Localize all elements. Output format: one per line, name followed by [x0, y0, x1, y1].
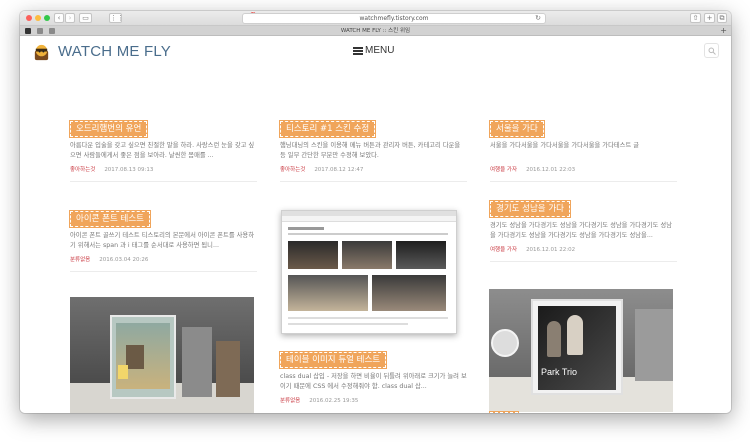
url-text: watchmefly.tistory.com	[359, 15, 429, 22]
mini-image	[372, 275, 446, 311]
post-category[interactable]: 분류없음	[280, 398, 300, 404]
divider	[490, 261, 677, 262]
divider	[70, 271, 257, 272]
logo-icon[interactable]	[32, 43, 51, 62]
post-meta: 좋아하는것 2017.08.12 12:47	[280, 166, 467, 174]
post-title[interactable]: 아이콘 폰트 테스트	[70, 211, 150, 227]
mini-text	[288, 317, 448, 319]
post-date: 2017.08.12 12:47	[314, 167, 364, 173]
post-date: 2016.02.25 19:35	[309, 398, 359, 404]
post-category[interactable]: 여행을 가자	[490, 247, 517, 253]
background-object	[216, 341, 240, 397]
clock-object	[491, 329, 519, 357]
mini-image	[342, 241, 392, 269]
cd-case: Park Trio	[531, 299, 623, 395]
post-card[interactable]: 티스토리 #1 스킨 수정 햄닝대닝의 스킨을 이용해 메뉴 버튼과 관리자 버…	[280, 116, 467, 182]
post-category[interactable]: 좋아하는것	[280, 167, 305, 173]
cd-case	[110, 315, 176, 399]
post-title[interactable]: 테이블 이미지 듀얼 테스트	[280, 352, 387, 368]
post-date: 2016.12.01 22:02	[526, 247, 576, 253]
post-card[interactable]: 서울을 가다 서울을 가다서울을 가다서울을 가다서울을 가다테스트 글 여행을…	[490, 116, 677, 182]
divider	[70, 181, 257, 182]
tab-overview-icon[interactable]: ⋮⋮	[109, 13, 124, 23]
active-tab-title[interactable]: WATCH ME FLY :: 스킨 위임	[20, 27, 731, 35]
search-icon	[708, 47, 716, 55]
menu-label: MENU	[365, 45, 395, 56]
tab-add-icon[interactable]: +	[720, 26, 727, 35]
browser-window: ‹ › ▭ ⋮⋮ 1 watchmefly.tistory.com ↻ ⇧ + …	[20, 11, 731, 413]
post-date: 2016.03.04 20:26	[99, 257, 149, 263]
post-excerpt: 햄닝대닝의 스킨을 이용해 메뉴 버튼과 관리자 버튼, 카테고리 다운을 등 …	[280, 142, 461, 159]
post-excerpt: class dual 삽입 - 저장을 하면 비율이 뒤틀려 위아래로 크기가 …	[280, 373, 467, 390]
divider	[280, 181, 467, 182]
menu-icon	[353, 46, 363, 56]
forward-button[interactable]: ›	[65, 13, 75, 23]
post-thumbnail-cd-photo[interactable]	[70, 297, 254, 413]
sidebar-icon[interactable]: ▭	[79, 13, 92, 23]
back-button[interactable]: ‹	[54, 13, 64, 23]
post-date: 2016.12.01 22:03	[526, 167, 576, 173]
mini-text	[288, 233, 448, 235]
post-category[interactable]: 좋아하는것	[70, 167, 95, 173]
divider	[490, 181, 677, 182]
new-tab-icon[interactable]: +	[704, 13, 715, 23]
post-meta: 여행을 가자 2016.12.01 22:03	[490, 166, 677, 174]
close-window-button[interactable]	[26, 15, 32, 21]
reload-icon[interactable]: ↻	[535, 14, 541, 23]
share-icon[interactable]: ⇧	[690, 13, 701, 23]
mini-toolbar	[282, 216, 456, 222]
post-title[interactable]: 경기도 성남을 가다	[490, 201, 570, 217]
post-excerpt: 경기도 성남을 가다경기도 성남을 가다경기도 성남을 가다경기도 성남을 가다…	[490, 222, 673, 239]
menu-button[interactable]: MENU	[353, 44, 394, 58]
post-title[interactable]: 오드리햅번의 유언	[70, 121, 148, 137]
background-object	[635, 309, 673, 381]
post-card[interactable]: 테이블 이미지 듀얼 테스트 class dual 삽입 - 저장을 하면 비율…	[280, 347, 467, 405]
post-meta: 분류없음 2016.02.25 19:35	[280, 397, 467, 405]
blog-title[interactable]: WATCH ME FLY	[58, 43, 171, 61]
post-excerpt: 서울을 가다서울을 가다서울을 가다서울을 가다테스트 글	[490, 142, 640, 149]
mini-text	[288, 323, 408, 325]
minimize-window-button[interactable]	[35, 15, 41, 21]
post-title[interactable]: 서울을 가다	[490, 121, 544, 137]
post-category[interactable]: 분류없음	[70, 257, 90, 263]
post-meta: 분류없음 2016.03.04 20:26	[70, 256, 257, 264]
downloads-icon[interactable]: ⧉	[717, 13, 727, 23]
mini-text	[288, 227, 324, 230]
zoom-window-button[interactable]	[44, 15, 50, 21]
post-title-partial[interactable]	[490, 412, 519, 413]
post-thumbnail-cd-photo[interactable]: Park Trio	[489, 289, 673, 412]
post-card[interactable]: 경기도 성남을 가다 경기도 성남을 가다경기도 성남을 가다경기도 성남을 가…	[490, 196, 677, 262]
background-object	[182, 327, 212, 397]
post-card[interactable]: 아이콘 폰트 테스트 아이콘 폰트 골쓰기 테스트 티스토리의 본문에서 아이콘…	[70, 206, 257, 272]
post-excerpt: 아름다운 입술을 갖고 싶으면 친절한 말을 하라. 사랑스런 눈을 갖고 싶으…	[70, 142, 255, 159]
post-category[interactable]: 여행을 가자	[490, 167, 517, 173]
blog-page: WATCH ME FLY MENU 오드리햅번의 유언 아름다운 입술을 갖고 …	[20, 37, 731, 413]
tab-bar: WATCH ME FLY :: 스킨 위임 +	[20, 26, 731, 36]
browser-toolbar: ‹ › ▭ ⋮⋮ 1 watchmefly.tistory.com ↻ ⇧ + …	[20, 11, 731, 26]
post-card[interactable]: 오드리햅번의 유언 아름다운 입술을 갖고 싶으면 친절한 말을 하라. 사랑스…	[70, 116, 257, 182]
cd-album-text: Park Trio	[541, 367, 578, 377]
post-date: 2017.08.13 09:13	[104, 167, 154, 173]
mini-image	[288, 275, 368, 311]
post-title[interactable]: 티스토리 #1 스킨 수정	[280, 121, 376, 137]
post-meta: 여행을 가자 2016.12.01 22:02	[490, 246, 677, 254]
mini-image	[396, 241, 446, 269]
post-thumbnail-screenshot[interactable]	[281, 210, 457, 334]
address-bar[interactable]: watchmefly.tistory.com ↻	[242, 13, 546, 24]
search-button[interactable]	[704, 43, 719, 58]
mini-image	[288, 241, 338, 269]
post-excerpt: 아이콘 폰트 골쓰기 테스트 티스토리의 본문에서 아이콘 폰트를 사용하기 위…	[70, 232, 255, 249]
post-meta: 좋아하는것 2017.08.13 09:13	[70, 166, 257, 174]
